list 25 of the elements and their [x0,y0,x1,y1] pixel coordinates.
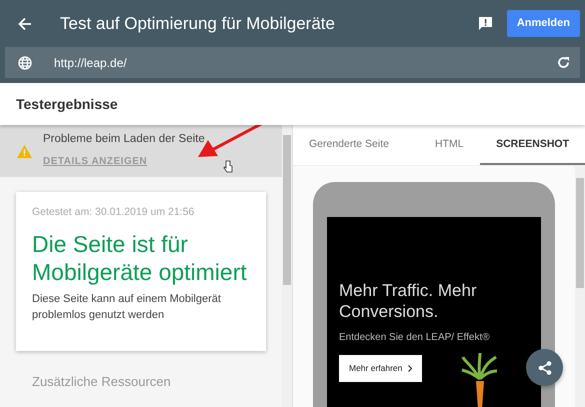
tab[interactable]: Gerenderte Seite [293,125,405,166]
result-verdict: Die Seite ist für Mobilgeräte optimiert [32,231,248,286]
reload-icon[interactable] [557,56,570,69]
back-arrow-icon[interactable] [18,16,32,30]
section-title: Testergebnisse [16,94,118,114]
url-field[interactable]: http://leap.de/ [54,54,127,72]
scrollbar[interactable] [282,125,292,407]
share-icon [538,360,552,374]
test-timestamp: Getestet am: 30.01.2019 um 21:56 [32,205,196,220]
scrollbar[interactable] [575,166,585,407]
chevron-icon [408,365,412,372]
page-title: Test auf Optimierung für Mobilgeräte [60,12,335,35]
feedback-icon[interactable] [478,16,493,31]
learn-more-button[interactable]: Mehr erfahren [339,355,422,382]
resources-heading: Zusätzliche Ressourcen [32,373,172,392]
warning-icon [17,144,32,158]
globe-icon [18,56,32,70]
preview-tagline: Entdecken Sie den LEAP/ Effekt® [339,331,491,346]
result-description: Diese Seite kann auf einem Mobilgerät problemlos genutzt werden [32,292,222,324]
hand-cursor-icon [223,160,233,173]
tab[interactable]: HTML [418,125,480,166]
login-button[interactable]: Anmelden [506,10,580,37]
warning-message: Probleme beim Laden der Seite [43,132,205,147]
preview-headline: Mehr Traffic. Mehr Conversions. [339,281,478,322]
tab[interactable]: SCREENSHOT [480,125,585,166]
